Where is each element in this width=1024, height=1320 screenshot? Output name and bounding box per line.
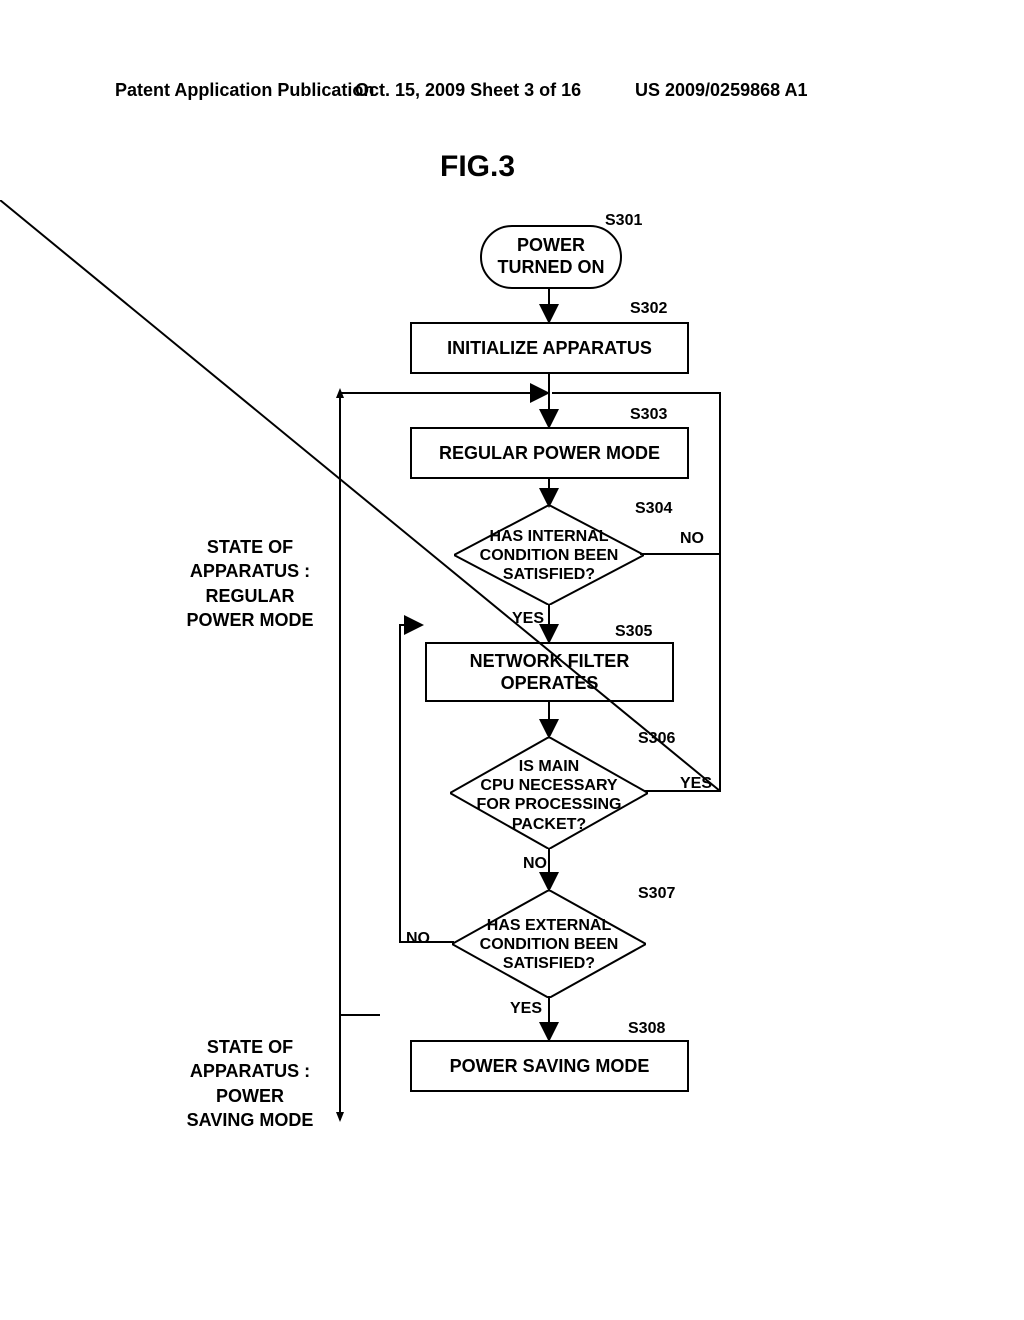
step-s307: S307 [638, 885, 675, 903]
node-network-filter-operates: NETWORK FILTER OPERATES [425, 642, 674, 702]
step-s301: S301 [605, 212, 642, 230]
node-label: POWER SAVING MODE [450, 1055, 650, 1078]
node-regular-power-mode: REGULAR POWER MODE [410, 427, 689, 479]
header-left: Patent Application Publication [115, 80, 374, 101]
branch-s306-yes: YES [680, 775, 712, 793]
state-label-regular: STATE OF APPARATUS : REGULAR POWER MODE [165, 535, 335, 632]
node-power-turned-on: POWER TURNED ON [480, 225, 622, 289]
node-power-saving-mode: POWER SAVING MODE [410, 1040, 689, 1092]
branch-s304-no: NO [680, 530, 704, 548]
node-label: HAS INTERNAL CONDITION BEEN SATISFIED? [454, 527, 644, 585]
branch-s307-no: NO [406, 930, 430, 948]
step-s305: S305 [615, 623, 652, 641]
header-right: US 2009/0259868 A1 [635, 80, 807, 101]
step-s302: S302 [630, 300, 667, 318]
node-label: NETWORK FILTER OPERATES [470, 650, 630, 695]
branch-s306-no: NO [523, 855, 547, 873]
node-label: IS MAIN CPU NECESSARY FOR PROCESSING PAC… [450, 757, 648, 834]
node-label: REGULAR POWER MODE [439, 442, 660, 465]
node-label: HAS EXTERNAL CONDITION BEEN SATISFIED? [452, 916, 646, 974]
step-s304: S304 [635, 500, 672, 518]
step-s303: S303 [630, 406, 667, 424]
node-external-condition-decision: HAS EXTERNAL CONDITION BEEN SATISFIED? [452, 890, 646, 998]
node-internal-condition-decision: HAS INTERNAL CONDITION BEEN SATISFIED? [454, 505, 644, 605]
step-s308: S308 [628, 1020, 665, 1038]
node-main-cpu-necessary-decision: IS MAIN CPU NECESSARY FOR PROCESSING PAC… [450, 737, 648, 849]
node-label: INITIALIZE APPARATUS [447, 337, 652, 360]
header-center: Oct. 15, 2009 Sheet 3 of 16 [355, 80, 581, 101]
step-s306: S306 [638, 730, 675, 748]
figure-title: FIG.3 [440, 150, 515, 184]
node-initialize-apparatus: INITIALIZE APPARATUS [410, 322, 689, 374]
state-label-saving: STATE OF APPARATUS : POWER SAVING MODE [165, 1035, 335, 1132]
branch-s307-yes: YES [510, 1000, 542, 1018]
branch-s304-yes: YES [512, 610, 544, 628]
node-label: POWER TURNED ON [498, 235, 605, 278]
